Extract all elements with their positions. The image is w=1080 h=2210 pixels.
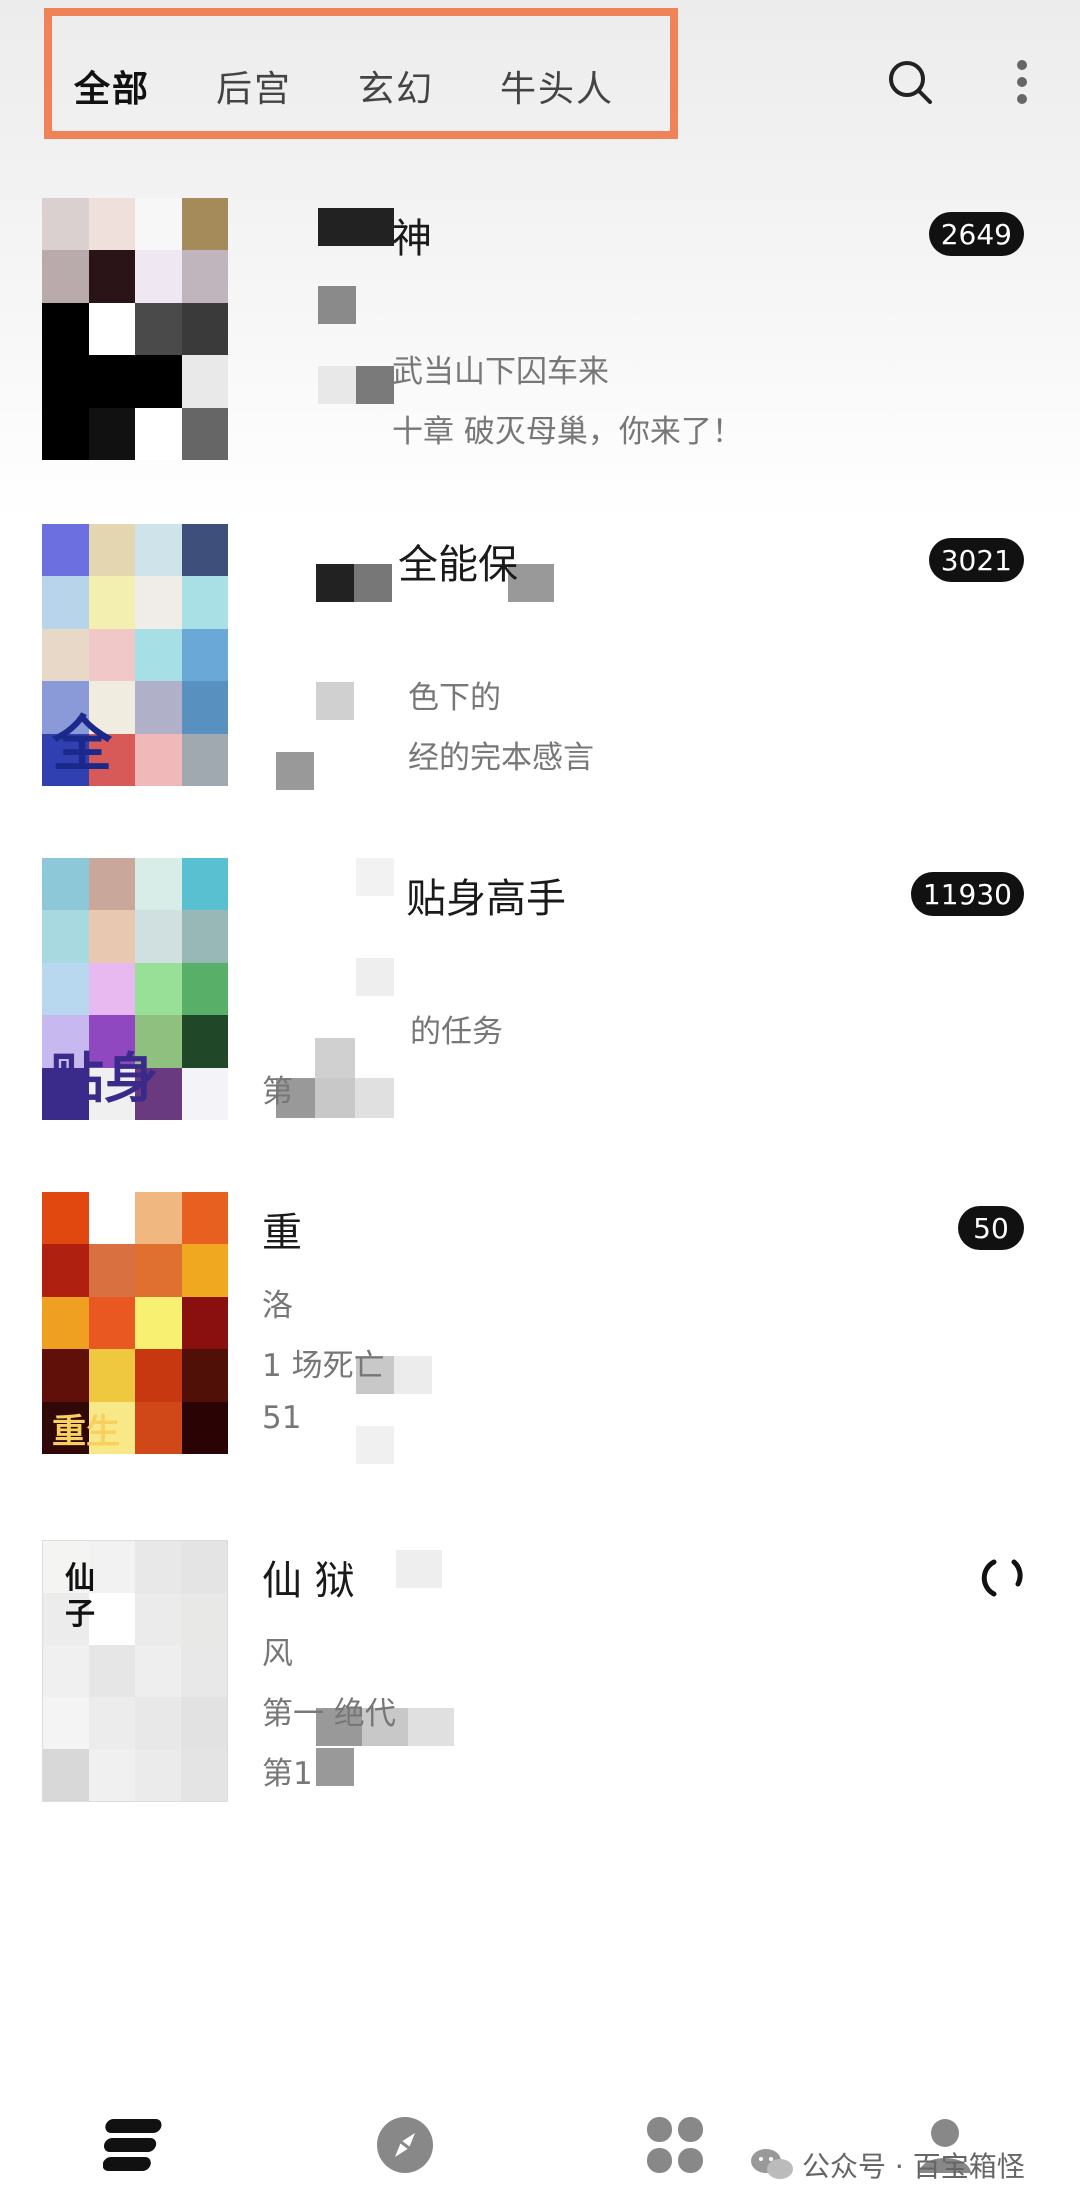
- watermark-text: 公众号 · 百宝箱怪: [802, 2150, 1025, 2183]
- censor-block: [276, 1038, 394, 1118]
- censor-block: [356, 1426, 394, 1464]
- censor-block: [396, 1550, 442, 1588]
- book-item-5[interactable]: 仙子 仙 狱 风 第一 绝代 第1: [0, 1540, 1080, 1830]
- cover-text: 贴身: [50, 1046, 158, 1110]
- book-title: 重: [262, 1210, 302, 1256]
- book-author: 洛: [262, 1288, 293, 1324]
- book-last-read: 第1: [262, 1756, 313, 1792]
- book-item-2[interactable]: 全 全能保 色下的 经的完本感言 3021: [0, 524, 1080, 814]
- bookshelf-icon: [103, 2119, 162, 2171]
- censor-block: [316, 1748, 354, 1786]
- book-author: 风: [262, 1636, 293, 1672]
- censor-block: [316, 682, 354, 720]
- book-item-3[interactable]: 贴身 贴身高手 的任务 第 11930: [0, 858, 1080, 1148]
- book-cover-1: [42, 198, 228, 460]
- book-item-4[interactable]: 重生 重 洛 1 场死亡 51 50: [0, 1192, 1080, 1482]
- censor-block: [318, 366, 394, 404]
- book-latest-chapter: 第一 绝代: [262, 1696, 396, 1732]
- book-latest-chapter: 的任务: [410, 1014, 503, 1050]
- censor-block: [276, 752, 314, 790]
- more-vertical-icon: [1017, 60, 1027, 104]
- unread-count-badge: 11930: [910, 872, 1024, 916]
- book-title: 神: [392, 216, 432, 262]
- book-title: 贴身高手: [406, 876, 566, 922]
- tab-fantasy[interactable]: 玄幻: [358, 60, 434, 112]
- tab-ntr[interactable]: 牛头人: [500, 60, 614, 112]
- tab-harem[interactable]: 后宫: [216, 60, 292, 112]
- search-button[interactable]: [880, 52, 940, 112]
- book-latest-chapter: 1 场死亡: [262, 1348, 385, 1384]
- book-cover-2: 全: [42, 524, 228, 786]
- apps-icon: [647, 2117, 703, 2173]
- book-cover-4: 重生: [42, 1192, 228, 1454]
- book-last-read: 51: [262, 1400, 302, 1436]
- book-latest-chapter: 武当山下囚车来: [392, 354, 609, 390]
- book-last-read: 十章 破灭母巢，你来了！: [392, 414, 743, 450]
- book-title: 全能保: [398, 542, 518, 588]
- censor-block: [318, 208, 394, 246]
- book-cover-3: 贴身: [42, 858, 228, 1120]
- censor-block: [318, 286, 356, 324]
- wechat-icon: [751, 2149, 793, 2179]
- censor-block: [316, 564, 392, 602]
- search-icon: [889, 61, 932, 104]
- cover-text: 重生: [52, 1412, 120, 1452]
- tab-all[interactable]: 全部: [74, 60, 150, 112]
- unread-count-badge: 2649: [928, 212, 1024, 256]
- nav-bookshelf[interactable]: [100, 2110, 170, 2180]
- book-item-1[interactable]: 神 武当山下囚车来 十章 破灭母巢，你来了！ 2649: [0, 198, 1080, 488]
- more-button[interactable]: [992, 52, 1052, 112]
- category-tabs: 全部 后宫 玄幻 牛头人: [74, 58, 680, 114]
- book-last-read: 经的完本感言: [408, 740, 594, 776]
- nav-apps[interactable]: [640, 2110, 710, 2180]
- book-last-read: 第: [262, 1074, 293, 1110]
- cover-text: 全: [52, 710, 112, 780]
- book-cover-5: 仙子: [42, 1540, 228, 1802]
- censor-block: [356, 958, 394, 996]
- compass-icon: [377, 2117, 433, 2173]
- unread-count-badge: 50: [958, 1206, 1024, 1250]
- book-title: 仙 狱: [262, 1558, 355, 1604]
- nav-discover[interactable]: [370, 2110, 440, 2180]
- watermark: 公众号 · 百宝箱怪: [750, 2145, 1025, 2185]
- unread-count-badge: 3021: [928, 538, 1024, 582]
- loading-spinner-icon: [981, 1559, 1023, 1597]
- cover-text: 仙子: [65, 1561, 95, 1632]
- censor-block: [356, 858, 394, 896]
- book-latest-chapter: 色下的: [408, 680, 501, 716]
